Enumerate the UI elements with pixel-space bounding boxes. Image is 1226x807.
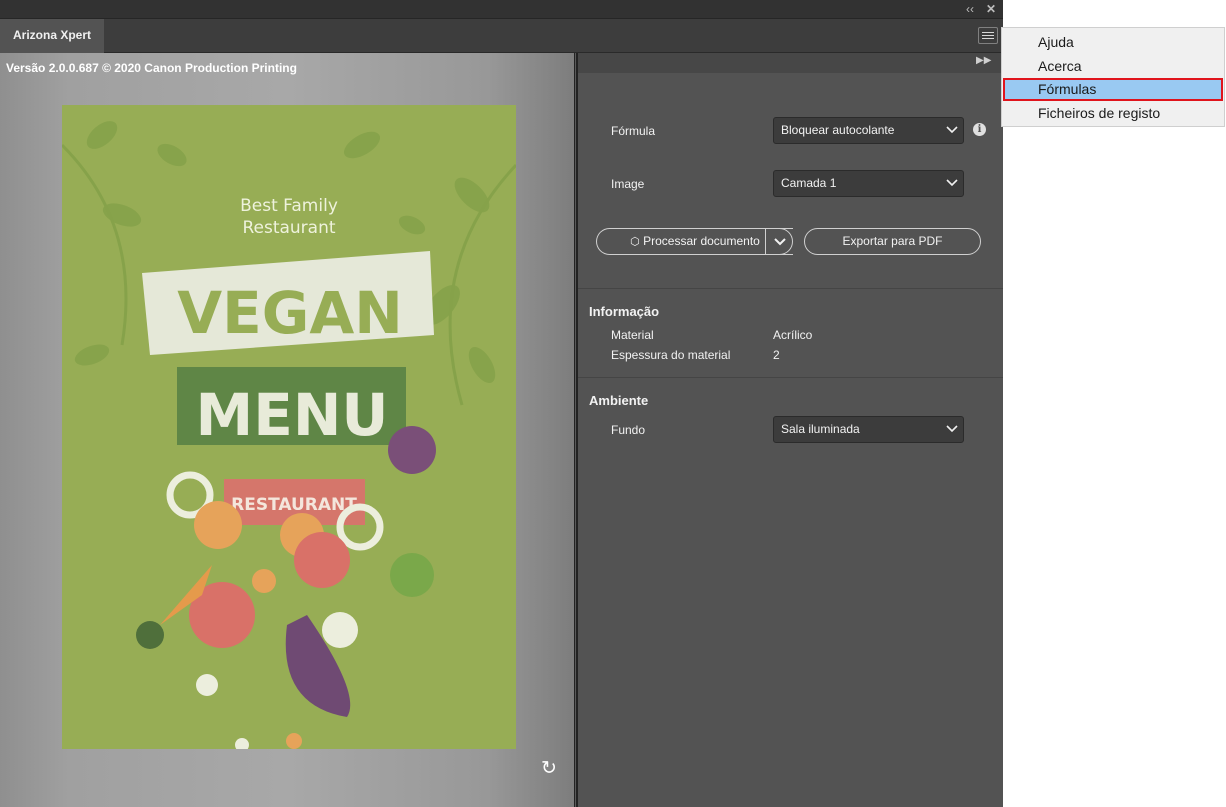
poster-restaurant: RESTAURANT (231, 495, 357, 515)
background-select[interactable]: Sala iluminada (773, 416, 964, 443)
flyout-menu: Ajuda Acerca Fórmulas Ficheiros de regis… (1001, 27, 1225, 127)
process-document-button[interactable]: ⬡ Processar documento (596, 228, 793, 255)
poster-vegan: VEGAN (177, 279, 403, 347)
panel-menu-button[interactable] (978, 27, 998, 44)
refresh-icon[interactable]: ↻ (539, 759, 559, 779)
separator (578, 377, 1003, 378)
version-text: Versão 2.0.0.687 © 2020 Canon Production… (6, 61, 297, 75)
chevron-down-icon (946, 425, 958, 433)
expand-icon[interactable]: ▶▶ (976, 55, 991, 66)
settings-panel: ▶▶ Fórmula Bloquear autocolante i Image … (578, 53, 1003, 807)
chevron-down-icon (946, 179, 958, 187)
environment-title: Ambiente (589, 393, 649, 408)
poster-line2: Restaurant (242, 218, 335, 238)
menu-item-formulas[interactable]: Fórmulas (1003, 78, 1223, 101)
process-document-label: Processar documento (643, 234, 760, 248)
image-select-value: Camada 1 (781, 176, 837, 190)
poster-artwork: Best Family Restaurant VEGAN MENU RESTAU… (62, 121, 516, 749)
material-label: Material (611, 328, 654, 342)
information-title: Informação (589, 304, 660, 319)
menu-item-ficheiros-de-registo[interactable]: Ficheiros de registo (1003, 102, 1223, 125)
menu-item-ajuda[interactable]: Ajuda (1003, 31, 1223, 54)
chevron-down-icon (774, 238, 786, 246)
menu-item-acerca[interactable]: Acerca (1003, 55, 1223, 78)
thickness-label: Espessura do material (611, 348, 731, 362)
settings-header-strip: ▶▶ (578, 53, 1003, 73)
formula-select[interactable]: Bloquear autocolante (773, 117, 964, 144)
process-options-button[interactable] (765, 228, 793, 255)
plugin-window: ‹‹ ✕ Arizona Xpert Versão 2.0.0.687 © 20… (0, 0, 1003, 807)
cube-icon: ⬡ (630, 236, 640, 248)
formula-select-value: Bloquear autocolante (781, 123, 895, 137)
close-icon[interactable]: ✕ (983, 1, 999, 17)
separator (578, 288, 1003, 289)
tab-arizona-xpert[interactable]: Arizona Xpert (0, 19, 104, 53)
background-label: Fundo (611, 423, 646, 437)
poster-line1: Best Family (240, 196, 338, 216)
thickness-value: 2 (773, 348, 780, 362)
formula-label: Fórmula (611, 124, 656, 138)
collapse-icon[interactable]: ‹‹ (962, 1, 978, 17)
tab-bar: Arizona Xpert (0, 19, 1003, 53)
title-bar: ‹‹ ✕ (0, 0, 1003, 19)
info-icon[interactable]: i (973, 123, 986, 136)
export-pdf-button[interactable]: Exportar para PDF (804, 228, 981, 255)
material-value: Acrílico (773, 328, 813, 342)
chevron-down-icon (946, 126, 958, 134)
preview-area: Versão 2.0.0.687 © 2020 Canon Production… (0, 53, 574, 807)
image-select[interactable]: Camada 1 (773, 170, 964, 197)
background-select-value: Sala iluminada (781, 422, 860, 436)
poster-menu: MENU (196, 381, 389, 449)
poster-preview: Best Family Restaurant VEGAN MENU RESTAU… (62, 105, 516, 749)
image-label: Image (611, 177, 645, 191)
